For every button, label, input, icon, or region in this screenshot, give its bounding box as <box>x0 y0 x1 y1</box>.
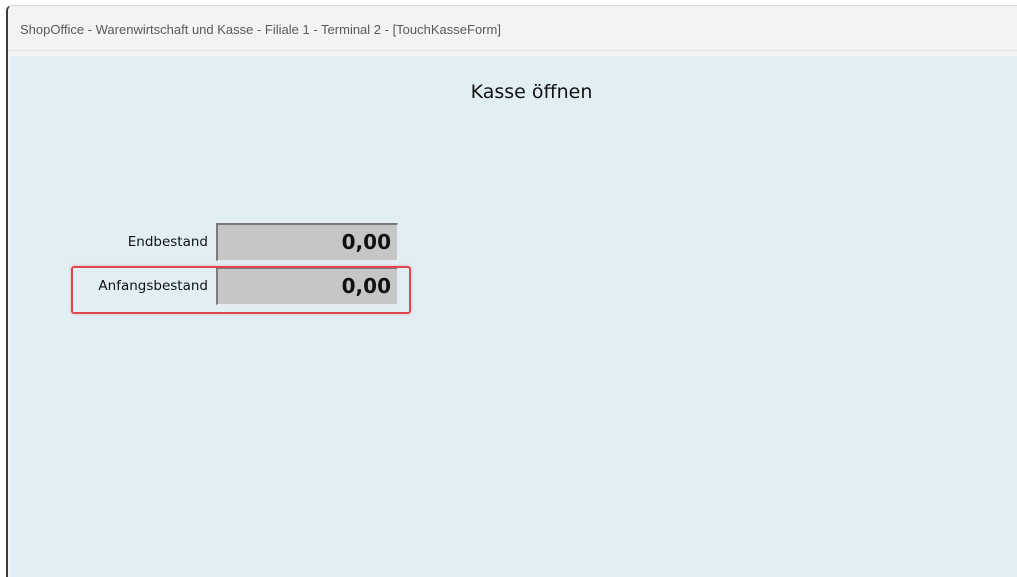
title-bar[interactable]: ShopOffice - Warenwirtschaft und Kasse -… <box>8 6 1017 51</box>
window-title: ShopOffice - Warenwirtschaft und Kasse -… <box>20 22 501 37</box>
touch-kasse-form: Kasse öffnen Endbestand 0,00 Anfangsbest… <box>10 56 1017 577</box>
endbestand-label: Endbestand <box>127 234 208 250</box>
form-heading: Kasse öffnen <box>470 81 593 103</box>
anfangsbestand-field[interactable]: 0,00 <box>216 267 398 305</box>
anfangsbestand-label: Anfangsbestand <box>98 278 208 294</box>
app-window: ShopOffice - Warenwirtschaft und Kasse -… <box>6 5 1017 577</box>
endbestand-field[interactable]: 0,00 <box>216 223 398 261</box>
